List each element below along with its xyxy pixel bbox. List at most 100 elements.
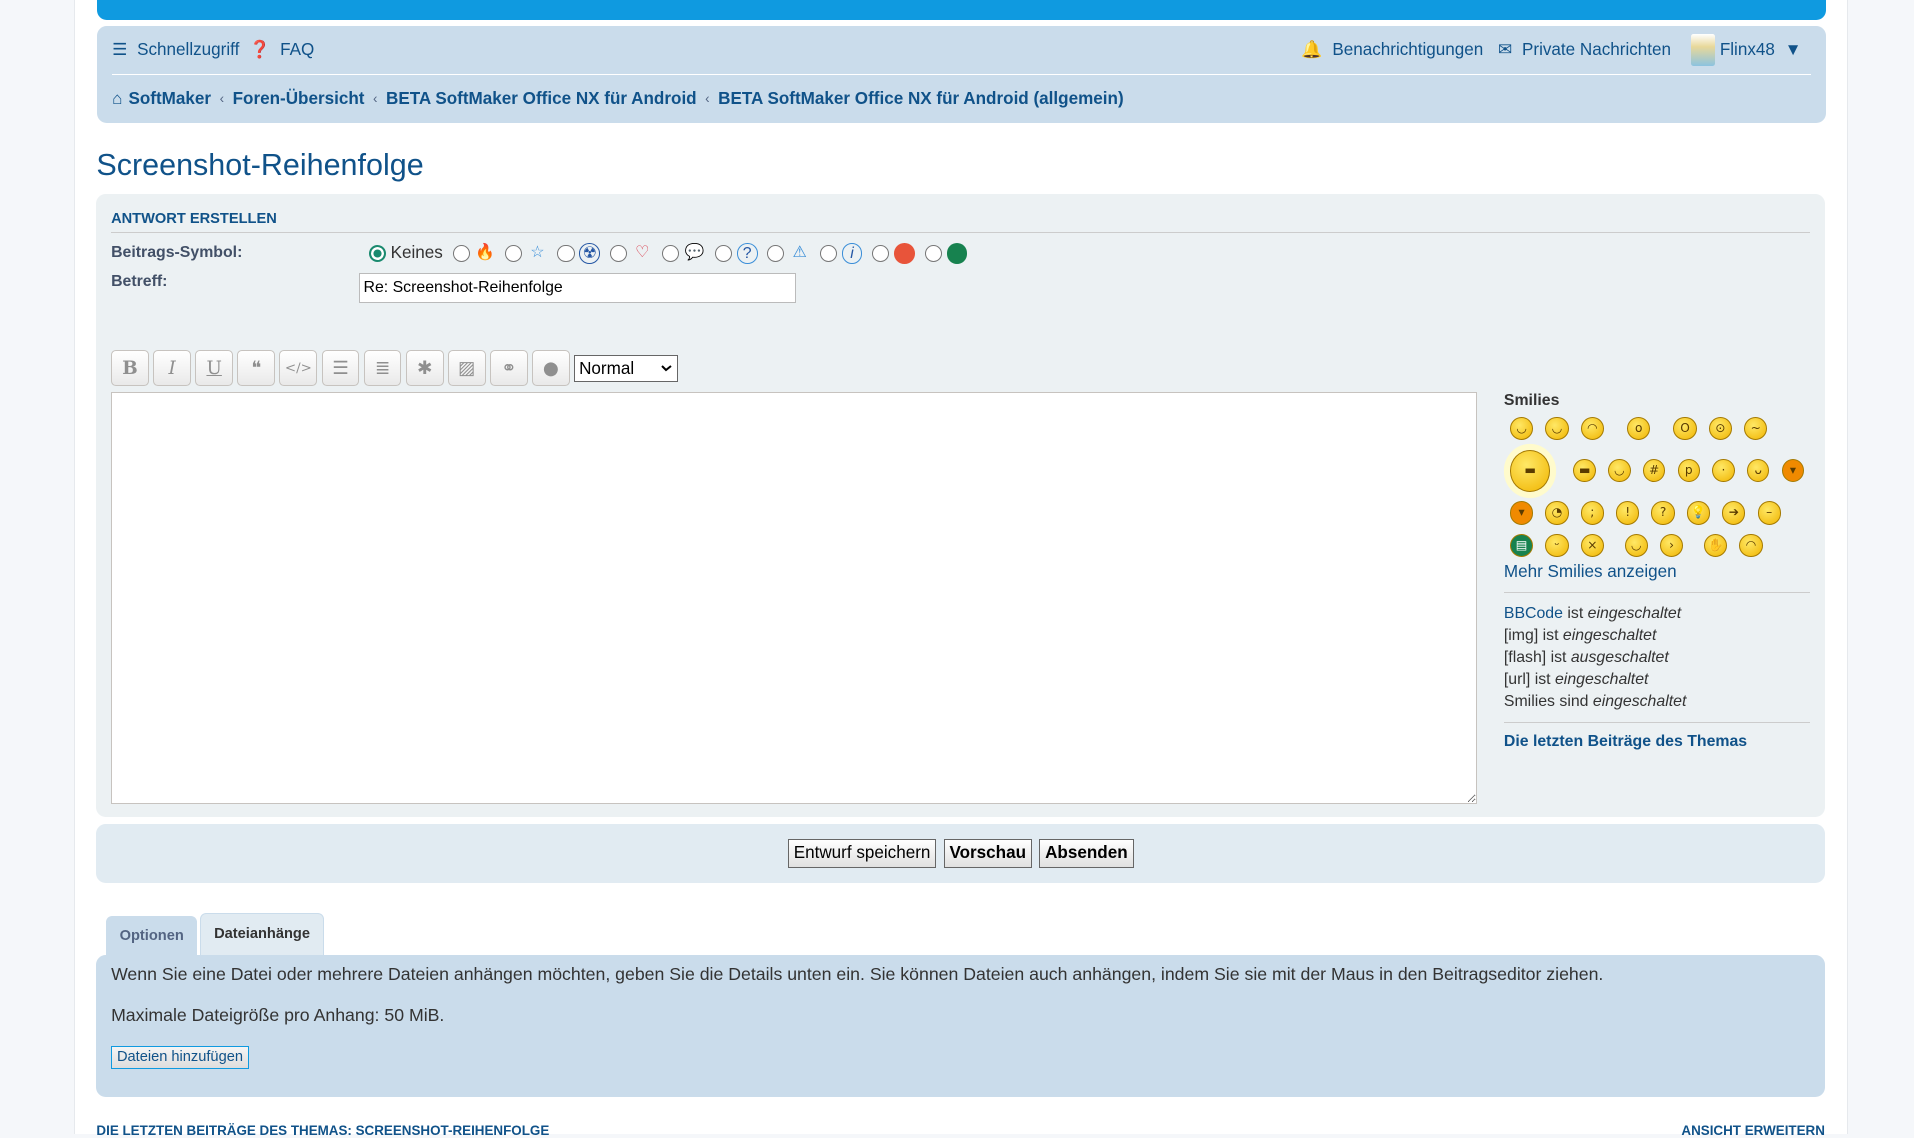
ordered-list-button[interactable]: ≣ [363,350,402,386]
caret-down-icon[interactable]: ▼ [1785,40,1802,60]
fire-icon: 🔥 [474,243,495,261]
radioactive-icon: ☢ [579,242,601,264]
inbox-icon: ✉ [1497,40,1513,60]
crumb-beta[interactable]: BETA SoftMaker Office NX für Android [386,89,697,109]
attachments-panel: Wenn Sie eine Datei oder mehrere Dateien… [96,954,1825,1098]
smiley-biggrin[interactable]: ◡ [1509,417,1534,441]
smiley-mrgreen[interactable]: ▤ [1509,534,1534,558]
smiley-shock[interactable]: ◠ [1739,534,1763,558]
symbol-radio[interactable] [662,244,680,262]
notifications-link[interactable]: Benachrichtigungen [1332,40,1483,60]
symbol-radio[interactable] [872,244,890,262]
smiley-sad[interactable]: ◠ [1580,417,1604,441]
pm-link[interactable]: Private Nachrichten [1522,40,1671,60]
image-button[interactable]: ▨ [447,350,486,386]
form-actions: Entwurf speichern Vorschau Absenden [96,823,1825,883]
symbol-label: Beitrags-Symbol: [111,244,243,262]
list-item-button[interactable]: ✱ [405,350,444,386]
tab-attachments[interactable]: Dateianhänge [199,913,325,955]
smiley-idea[interactable]: 💡 [1686,501,1711,525]
font-size-select[interactable]: Normal [574,355,678,383]
symbol-radio[interactable] [504,244,523,262]
smiley-evil[interactable]: ▾ [1781,459,1805,483]
italic-button[interactable]: I [153,350,191,386]
footer-links: DIE LETZTEN BEITRÄGE DES THEMAS: SCREENS… [96,1123,1825,1138]
code-button[interactable]: </> [279,350,318,386]
breadcrumb: ⌂ SoftMaker ‹ Foren-Übersicht ‹ BETA SoftM… [112,88,1124,109]
bbcode-link[interactable]: BBCode [1504,605,1563,622]
smiley-geek[interactable]: ᵕ [1545,534,1569,558]
avatar[interactable] [1690,34,1715,66]
red-face-icon [894,242,915,264]
smiley-uber-geek[interactable]: × [1580,534,1604,558]
crumb-softmaker[interactable]: SoftMaker [128,89,211,109]
crumb-forum-index[interactable]: Foren-Übersicht [233,89,365,109]
smiley-arrow[interactable]: ➔ [1722,501,1746,525]
submit-button[interactable]: Absenden [1039,838,1134,868]
recent-posts-heading[interactable]: DIE LETZTEN BEITRÄGE DES THEMAS: SCREENS… [96,1123,549,1138]
message-editor[interactable] [111,391,1478,805]
smiley-razz[interactable]: p [1677,459,1701,483]
expand-view-link[interactable]: ANSICHT ERWEITERN [1681,1123,1825,1138]
subject-input[interactable] [358,273,796,303]
smiley-smile[interactable]: ◡ [1545,417,1569,441]
link-button[interactable]: ⚭ [489,350,528,386]
heart-icon: ♡ [635,243,650,261]
smiley-eek[interactable]: O [1673,417,1697,441]
smiley-mad[interactable]: # [1642,459,1666,483]
faq-link[interactable]: FAQ [280,40,314,60]
smilies-status-label: Smilies sind [1503,692,1589,710]
bold-button[interactable]: B [111,350,149,386]
smiley-drool[interactable]: ◡ [1624,534,1648,558]
smiley-lol[interactable]: ◡ [1608,459,1631,483]
save-draft-button[interactable]: Entwurf speichern [787,838,937,868]
quote-button[interactable]: ❝ [237,350,276,386]
smiley-mrgreen-neutral[interactable]: – [1757,501,1781,525]
smiley-question[interactable]: ? [1651,501,1675,525]
smiley-facepalm[interactable]: ✋ [1703,534,1728,558]
smiley-rolleyes[interactable]: ◔ [1545,501,1569,525]
img-status: eingeschaltet [1562,626,1657,644]
symbol-radio[interactable] [557,244,575,262]
color-button[interactable]: ● [532,350,570,386]
symbol-radio[interactable] [924,244,942,262]
smiley-cry[interactable]: ᴗ [1746,459,1770,483]
symbol-radio[interactable] [609,244,627,262]
smiley-wink[interactable]: ; [1580,501,1604,525]
bbcode-status: eingeschaltet [1587,604,1682,622]
smiley-neutral[interactable]: ~ [1744,417,1768,441]
smilies-status: eingeschaltet [1592,692,1687,710]
preview-button[interactable]: Vorschau [943,838,1032,868]
symbol-radio[interactable] [714,244,732,262]
recent-posts-link[interactable]: Die letzten Beiträge des Themas [1504,733,1810,751]
editor-toolbar: B I U ❝ </> ☰ ≣ ✱ ▨ ⚭ ● Normal [111,350,678,386]
smiley-exclaim[interactable]: ! [1616,501,1640,525]
smiley-confused[interactable]: ⊙ [1708,417,1732,441]
symbol-radio[interactable] [767,244,785,262]
attach-help: Wenn Sie eine Datei oder mehrere Dateien… [111,964,1604,985]
help-icon: ❓ [249,40,271,60]
smiley-surprised[interactable]: o [1627,417,1651,441]
crumb-beta-general[interactable]: BETA SoftMaker Office NX für Android (al… [718,89,1123,109]
user-menu[interactable]: Flinx48 [1720,40,1775,60]
symbol-radio[interactable] [819,244,837,262]
symbol-radio-none[interactable] [368,244,386,262]
list-button[interactable]: ☰ [321,350,360,386]
menu-icon[interactable]: ☰ [112,40,127,60]
url-status: eingeschaltet [1554,670,1649,688]
form-heading: ANTWORT ERSTELLEN [111,194,1811,234]
symbol-radio[interactable] [452,244,470,262]
smiley-lie[interactable]: › [1660,534,1684,558]
smiley-oops[interactable]: · [1712,459,1735,483]
info-icon: i [841,242,863,264]
smiley-cool-sun[interactable]: ▬ [1509,450,1551,492]
smiley-cool[interactable]: ▬ [1573,459,1596,483]
smiley-twisted[interactable]: ▾ [1509,501,1534,525]
tab-options[interactable]: Optionen [106,915,198,956]
header-bar [97,0,1826,20]
quick-access-link[interactable]: Schnellzugriff [137,40,239,60]
more-smilies-link[interactable]: Mehr Smilies anzeigen [1504,562,1810,582]
add-files-button[interactable]: Dateien hinzufügen [111,1045,249,1069]
underline-button[interactable]: U [195,350,234,386]
symbol-none-label: Keines [390,243,443,263]
